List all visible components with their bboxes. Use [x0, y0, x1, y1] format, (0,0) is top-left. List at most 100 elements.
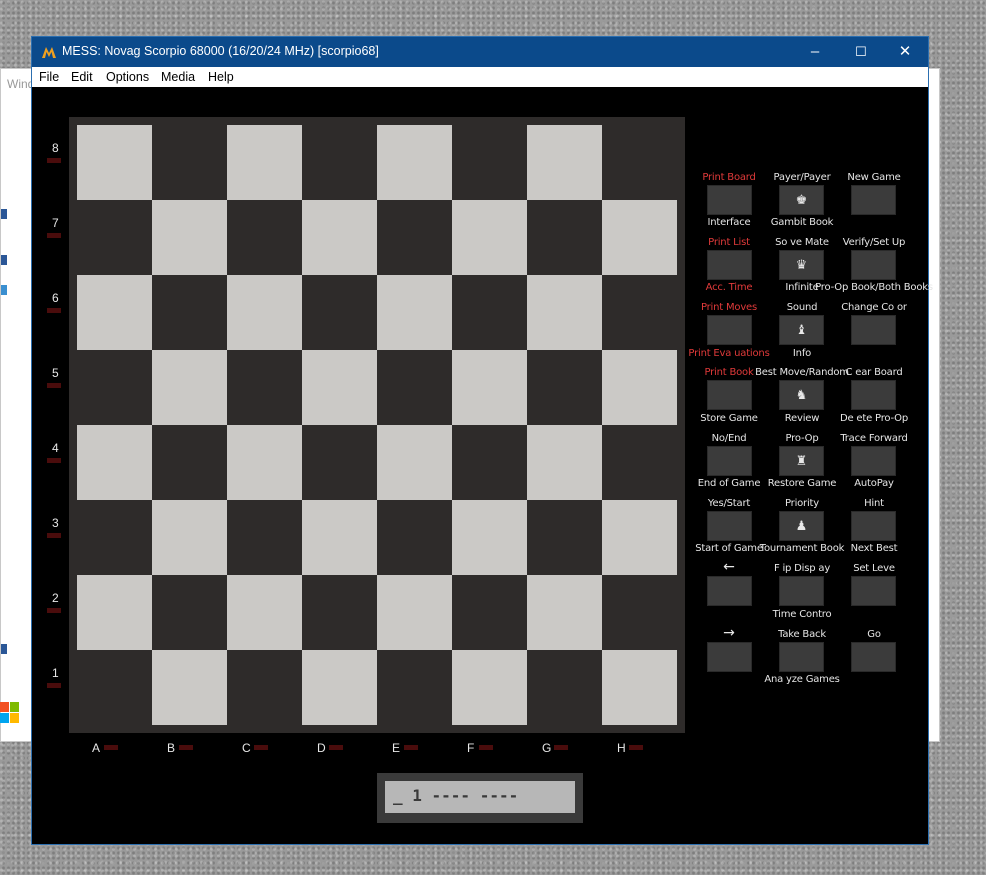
- square-d8[interactable]: [302, 125, 377, 200]
- square-f5[interactable]: [452, 350, 527, 425]
- panel-key-r3-3[interactable]: [851, 315, 896, 345]
- panel-key-r6-1[interactable]: [707, 511, 752, 541]
- panel-key-r5-1[interactable]: [707, 446, 752, 476]
- square-e7[interactable]: [377, 200, 452, 275]
- square-g8[interactable]: [527, 125, 602, 200]
- panel-key-r5-3[interactable]: [851, 446, 896, 476]
- square-e5[interactable]: [377, 350, 452, 425]
- minimize-button[interactable]: –: [792, 37, 838, 67]
- square-g7[interactable]: [527, 200, 602, 275]
- panel-key-r4-3[interactable]: [851, 380, 896, 410]
- square-h2[interactable]: [602, 575, 677, 650]
- square-c6[interactable]: [227, 275, 302, 350]
- square-e4[interactable]: [377, 425, 452, 500]
- square-c3[interactable]: [227, 500, 302, 575]
- square-f4[interactable]: [452, 425, 527, 500]
- square-a8[interactable]: [77, 125, 152, 200]
- square-d6[interactable]: [302, 275, 377, 350]
- panel-key-r2-1[interactable]: [707, 250, 752, 280]
- square-e6[interactable]: [377, 275, 452, 350]
- square-b1[interactable]: [152, 650, 227, 725]
- square-a4[interactable]: [77, 425, 152, 500]
- square-d2[interactable]: [302, 575, 377, 650]
- square-b2[interactable]: [152, 575, 227, 650]
- rank-led-indicator: [47, 458, 61, 463]
- file-label: E: [392, 741, 401, 755]
- square-f1[interactable]: [452, 650, 527, 725]
- menu-options[interactable]: Options: [106, 70, 149, 84]
- square-g4[interactable]: [527, 425, 602, 500]
- square-b5[interactable]: [152, 350, 227, 425]
- key-label-top: Go: [867, 629, 881, 640]
- square-a7[interactable]: [77, 200, 152, 275]
- square-c8[interactable]: [227, 125, 302, 200]
- panel-key-r7-1[interactable]: [707, 576, 752, 606]
- square-a5[interactable]: [77, 350, 152, 425]
- panel-key-r8-2[interactable]: [779, 642, 824, 672]
- square-h1[interactable]: [602, 650, 677, 725]
- square-e8[interactable]: [377, 125, 452, 200]
- panel-key-r4-1[interactable]: [707, 380, 752, 410]
- menu-file[interactable]: File: [39, 70, 59, 84]
- square-b4[interactable]: [152, 425, 227, 500]
- square-b6[interactable]: [152, 275, 227, 350]
- menu-edit[interactable]: Edit: [71, 70, 93, 84]
- panel-key-r2-2[interactable]: ♛: [779, 250, 824, 280]
- square-f6[interactable]: [452, 275, 527, 350]
- square-a3[interactable]: [77, 500, 152, 575]
- square-d5[interactable]: [302, 350, 377, 425]
- panel-key-r4-2[interactable]: ♞: [779, 380, 824, 410]
- close-button[interactable]: ✕: [882, 37, 928, 67]
- square-c2[interactable]: [227, 575, 302, 650]
- square-d1[interactable]: [302, 650, 377, 725]
- panel-key-r3-2[interactable]: ♝: [779, 315, 824, 345]
- square-h7[interactable]: [602, 200, 677, 275]
- square-g6[interactable]: [527, 275, 602, 350]
- square-h3[interactable]: [602, 500, 677, 575]
- square-b3[interactable]: [152, 500, 227, 575]
- square-e1[interactable]: [377, 650, 452, 725]
- panel-key-r6-2[interactable]: ♟: [779, 511, 824, 541]
- panel-key-r7-2[interactable]: [779, 576, 824, 606]
- menu-help[interactable]: Help: [208, 70, 234, 84]
- square-f3[interactable]: [452, 500, 527, 575]
- panel-key-r8-1[interactable]: [707, 642, 752, 672]
- square-c4[interactable]: [227, 425, 302, 500]
- panel-key-r7-3[interactable]: [851, 576, 896, 606]
- square-h5[interactable]: [602, 350, 677, 425]
- square-b7[interactable]: [152, 200, 227, 275]
- menu-media[interactable]: Media: [161, 70, 195, 84]
- square-e2[interactable]: [377, 575, 452, 650]
- square-c1[interactable]: [227, 650, 302, 725]
- square-a6[interactable]: [77, 275, 152, 350]
- square-a2[interactable]: [77, 575, 152, 650]
- square-d4[interactable]: [302, 425, 377, 500]
- panel-key-r2-3[interactable]: [851, 250, 896, 280]
- square-a1[interactable]: [77, 650, 152, 725]
- panel-key-r8-3[interactable]: [851, 642, 896, 672]
- panel-key-r3-1[interactable]: [707, 315, 752, 345]
- square-f2[interactable]: [452, 575, 527, 650]
- panel-key-r1-2[interactable]: ♚: [779, 185, 824, 215]
- square-c5[interactable]: [227, 350, 302, 425]
- panel-key-r5-2[interactable]: ♜: [779, 446, 824, 476]
- panel-key-r6-3[interactable]: [851, 511, 896, 541]
- square-e3[interactable]: [377, 500, 452, 575]
- panel-key-r1-1[interactable]: [707, 185, 752, 215]
- square-g1[interactable]: [527, 650, 602, 725]
- square-h8[interactable]: [602, 125, 677, 200]
- square-d3[interactable]: [302, 500, 377, 575]
- maximize-button[interactable]: ☐: [838, 37, 884, 67]
- square-f7[interactable]: [452, 200, 527, 275]
- square-b8[interactable]: [152, 125, 227, 200]
- square-h4[interactable]: [602, 425, 677, 500]
- square-d7[interactable]: [302, 200, 377, 275]
- square-g3[interactable]: [527, 500, 602, 575]
- title-bar[interactable]: MESS: Novag Scorpio 68000 (16/20/24 MHz)…: [32, 37, 928, 67]
- panel-key-r1-3[interactable]: [851, 185, 896, 215]
- square-g2[interactable]: [527, 575, 602, 650]
- square-g5[interactable]: [527, 350, 602, 425]
- square-h6[interactable]: [602, 275, 677, 350]
- square-c7[interactable]: [227, 200, 302, 275]
- square-f8[interactable]: [452, 125, 527, 200]
